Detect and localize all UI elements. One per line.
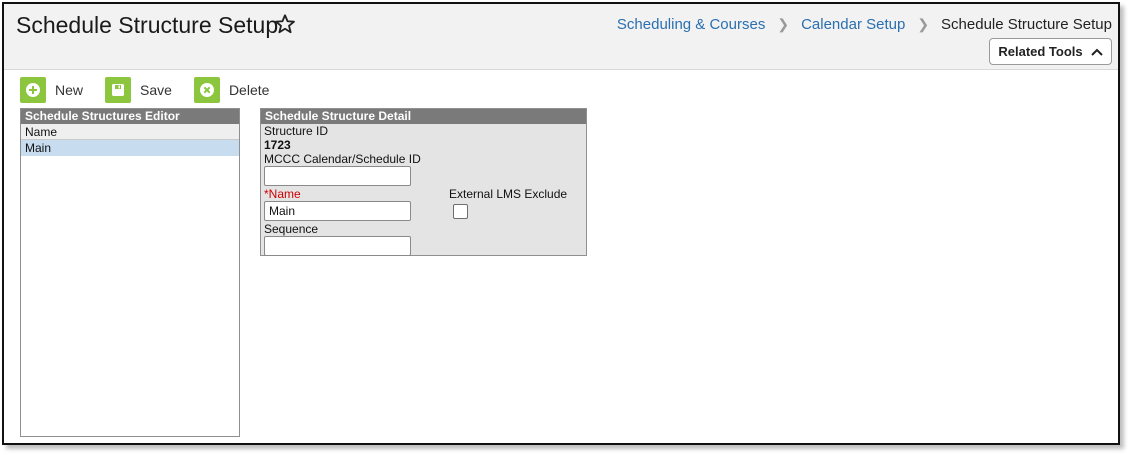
structure-id-value: 1723 bbox=[264, 138, 291, 152]
external-lms-exclude-checkbox[interactable] bbox=[453, 204, 468, 219]
star-icon[interactable] bbox=[274, 13, 296, 35]
schedule-structures-editor: Schedule Structures Editor Name Main bbox=[20, 108, 240, 437]
column-header-name[interactable]: Name bbox=[21, 124, 239, 140]
editor-title: Schedule Structures Editor bbox=[21, 109, 239, 124]
new-button[interactable]: New bbox=[20, 77, 83, 103]
page-header: Schedule Structure Setup Scheduling & Co… bbox=[4, 4, 1118, 70]
toolbar: New Save Delete bbox=[20, 77, 291, 103]
related-tools-label: Related Tools bbox=[998, 44, 1083, 59]
mccc-id-field[interactable] bbox=[264, 166, 411, 186]
breadcrumb-current: Schedule Structure Setup bbox=[941, 16, 1112, 33]
app-window: Schedule Structure Setup Scheduling & Co… bbox=[2, 2, 1120, 445]
x-circle-icon bbox=[199, 83, 214, 97]
save-button[interactable]: Save bbox=[105, 77, 172, 103]
delete-label: Delete bbox=[228, 82, 270, 98]
chevron-right-icon: ❯ bbox=[777, 16, 790, 32]
mccc-label: MCCC Calendar/Schedule ID bbox=[264, 152, 421, 166]
structure-id-label: Structure ID bbox=[264, 124, 329, 138]
related-tools-button[interactable]: Related Tools bbox=[989, 38, 1112, 65]
page-title: Schedule Structure Setup bbox=[16, 12, 279, 38]
name-label: *Name bbox=[264, 187, 301, 201]
plus-circle-icon bbox=[26, 83, 40, 97]
breadcrumb-calendar-setup[interactable]: Calendar Setup bbox=[801, 16, 905, 33]
new-label: New bbox=[55, 82, 84, 98]
list-item[interactable]: Main bbox=[21, 140, 239, 156]
schedule-structure-detail: Schedule Structure Detail Structure ID 1… bbox=[260, 108, 587, 256]
breadcrumb: Scheduling & Courses ❯ Calendar Setup ❯ … bbox=[617, 16, 1112, 33]
delete-button[interactable]: Delete bbox=[193, 77, 270, 103]
breadcrumb-scheduling-courses[interactable]: Scheduling & Courses bbox=[617, 16, 765, 33]
chevron-up-icon bbox=[1090, 48, 1103, 56]
floppy-disk-icon bbox=[112, 84, 125, 96]
save-label: Save bbox=[140, 82, 172, 98]
external-lms-exclude-label: External LMS Exclude bbox=[449, 187, 568, 201]
name-field[interactable] bbox=[264, 201, 411, 221]
detail-title: Schedule Structure Detail bbox=[261, 109, 586, 124]
sequence-field[interactable] bbox=[264, 236, 411, 256]
chevron-right-icon: ❯ bbox=[917, 16, 930, 32]
sequence-label: Sequence bbox=[264, 222, 319, 236]
